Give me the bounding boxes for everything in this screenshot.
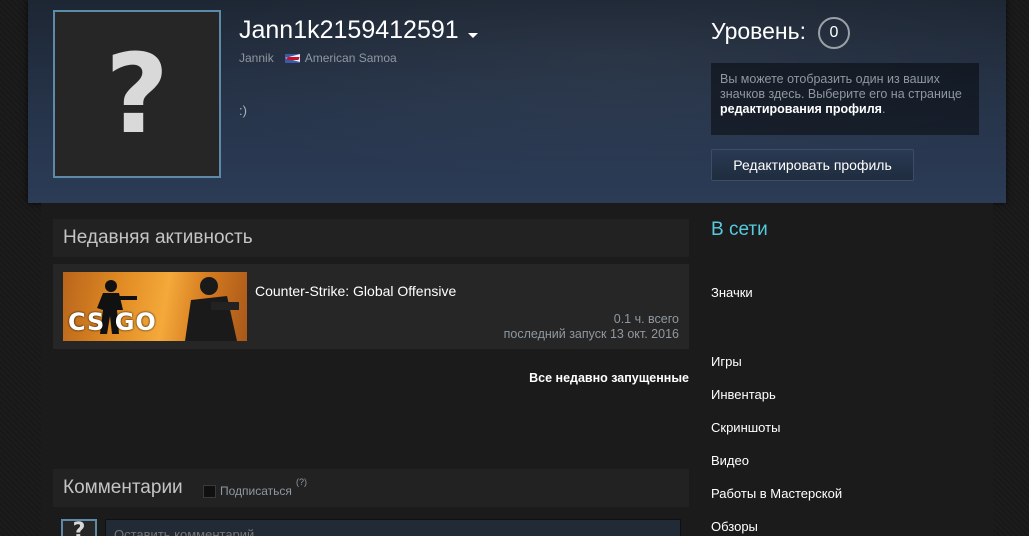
commenter-avatar-placeholder-icon: ?	[72, 519, 86, 536]
persona-name: Jann1k2159412591	[239, 16, 459, 44]
edit-profile-button[interactable]: Редактировать профиль	[711, 149, 914, 181]
sidebar-link-videos[interactable]: Видео	[711, 453, 749, 468]
sidebar-link-reviews[interactable]: Обзоры	[711, 519, 758, 534]
help-icon[interactable]: (?)	[296, 477, 307, 487]
persona-name-dropdown[interactable]: Jann1k2159412591	[239, 16, 478, 45]
sidebar-link-screenshots[interactable]: Скриншоты	[711, 420, 780, 435]
subscribe-label: Подписаться	[220, 484, 292, 498]
sidebar-link-inventory[interactable]: Инвентарь	[711, 387, 776, 402]
chevron-down-icon[interactable]	[467, 33, 478, 38]
soldier-figure-icon	[185, 277, 239, 341]
commenter-avatar: ?	[61, 519, 97, 536]
sidebar-link-workshop[interactable]: Работы в Мастерской	[711, 486, 842, 501]
game-last-played: последний запуск 13 окт. 2016	[503, 327, 679, 341]
subscribe-toggle[interactable]: Подписаться	[203, 484, 292, 498]
badge-hint-end: .	[881, 102, 886, 116]
country-flag-icon	[284, 53, 300, 63]
profile-avatar[interactable]: ?	[53, 10, 221, 178]
csgo-logo-text: CS GO	[68, 308, 157, 336]
recent-activity-title: Недавняя активность	[63, 227, 253, 248]
csgo-logo-image[interactable]: CS GO	[63, 272, 247, 341]
comment-input[interactable]	[105, 519, 681, 536]
real-name-row: Jannik American Samoa	[239, 51, 397, 65]
sidebar-link-games[interactable]: Игры	[711, 354, 742, 369]
real-name: Jannik	[239, 51, 274, 65]
avatar-placeholder-icon: ?	[105, 30, 169, 158]
country-name: American Samoa	[304, 51, 397, 65]
edit-profile-link[interactable]: редактирования профиля	[720, 102, 882, 116]
profile-summary: :)	[239, 103, 247, 118]
all-recent-games-link[interactable]: Все недавно запущенные	[529, 371, 689, 385]
online-status: В сети	[711, 219, 768, 240]
game-hours: 0.1 ч. всего	[613, 312, 679, 326]
comments-title: Комментарии	[63, 477, 183, 498]
sidebar-link-badges[interactable]: Значки	[711, 285, 753, 300]
game-name-link[interactable]: Counter-Strike: Global Offensive	[255, 283, 456, 299]
featured-badge-hint: Вы можете отобразить один из ваших значк…	[711, 63, 979, 135]
level-label: Уровень:	[711, 18, 806, 44]
badge-hint-text: Вы можете отобразить один из ваших значк…	[720, 72, 962, 101]
subscribe-checkbox[interactable]	[203, 484, 216, 498]
recent-game-card: CS GO Counter-Strike: Global Offensive 0…	[53, 264, 689, 349]
recent-activity-header: Недавняя активность	[53, 219, 689, 257]
comments-header: Комментарии	[53, 469, 689, 507]
level-badge[interactable]: 0	[818, 17, 850, 49]
